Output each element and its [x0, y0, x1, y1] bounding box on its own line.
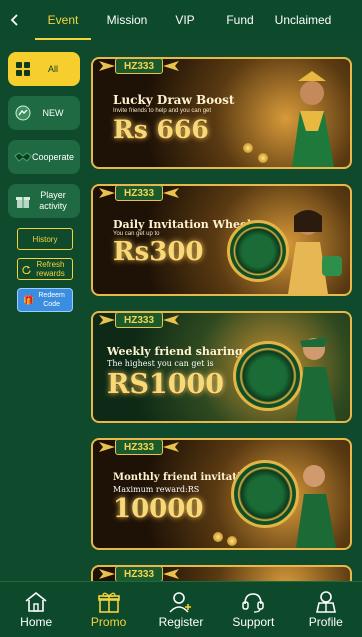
top-tab-bar: Event Mission VIP Fund Unclaimed: [0, 0, 362, 40]
banner-amount: RS1000: [107, 369, 225, 400]
coin-icon: [213, 532, 223, 542]
wing-right-icon: [163, 315, 179, 325]
banner-subtitle: Invite friends to help and you can get: [113, 108, 212, 114]
grid-icon: [14, 60, 32, 78]
brand-logo: HZ333: [115, 59, 163, 74]
wing-left-icon: [99, 442, 115, 452]
sidebar: All NEW Cooperate Player activity Histor…: [8, 52, 82, 312]
redeem-code-button[interactable]: 🎁 Redeem Code: [17, 288, 73, 312]
coin-icon: [227, 536, 237, 546]
tab-vip[interactable]: VIP: [158, 0, 212, 40]
wing-right-icon: [163, 61, 179, 71]
chevron-left-icon: [10, 14, 18, 26]
sidebar-item-label: Cooperate: [32, 151, 75, 162]
nav-label: Support: [232, 615, 275, 629]
nav-register[interactable]: Register: [145, 582, 217, 637]
banner-title: Lucky Draw Boost: [113, 93, 235, 107]
nav-label: Profile: [308, 615, 343, 629]
promo-banner-monthly-invitations[interactable]: HZ333 Monthly friend invitations Maximum…: [91, 438, 352, 550]
wing-right-icon: [163, 569, 179, 579]
wing-left-icon: [99, 188, 115, 198]
nav-label: Promo: [90, 615, 127, 629]
character-illustration: [292, 71, 334, 167]
sidebar-item-label: All: [47, 63, 58, 74]
wing-left-icon: [99, 61, 115, 71]
banner-amount: Rs 666: [113, 115, 209, 144]
banner-amount: 10000: [113, 494, 204, 524]
messenger-icon: [14, 104, 32, 122]
sidebar-item-cooperate[interactable]: Cooperate: [8, 140, 80, 174]
refresh-rewards-label: Refresh rewards: [36, 260, 65, 278]
character-illustration: [288, 210, 342, 294]
back-button[interactable]: [0, 0, 30, 40]
history-button[interactable]: History: [17, 228, 73, 250]
brand-logo: HZ333: [115, 313, 163, 328]
brand-logo: HZ333: [115, 186, 163, 201]
nav-promo[interactable]: Promo: [73, 582, 145, 637]
banner-amount: Rs300: [113, 237, 204, 267]
gift-icon: [97, 592, 120, 613]
nav-support[interactable]: Support: [217, 582, 289, 637]
sidebar-item-new[interactable]: NEW: [8, 96, 80, 130]
category-tabs: Event Mission VIP Fund Unclaimed: [30, 0, 338, 40]
handshake-icon: [14, 148, 32, 166]
sidebar-item-all[interactable]: All: [8, 52, 80, 86]
wing-left-icon: [99, 569, 115, 579]
tab-mission[interactable]: Mission: [96, 0, 158, 40]
profile-icon: [315, 591, 336, 613]
character-illustration: [296, 337, 336, 421]
nav-label: Register: [158, 615, 204, 629]
wing-right-icon: [163, 188, 179, 198]
banner-subtitle: The highest you can get is: [107, 359, 214, 368]
character-illustration: [296, 465, 336, 548]
tab-event[interactable]: Event: [30, 0, 96, 40]
sidebar-item-label: Player activity: [39, 190, 67, 211]
wing-right-icon: [163, 442, 179, 452]
brand-logo: HZ333: [115, 567, 163, 582]
brand-logo: HZ333: [115, 440, 163, 455]
sidebar-item-player-activity[interactable]: Player activity: [8, 184, 80, 218]
add-user-icon: [169, 592, 191, 613]
tab-unclaimed[interactable]: Unclaimed: [268, 0, 338, 40]
redeem-code-label: Redeem Code: [38, 292, 65, 308]
sidebar-item-label: NEW: [42, 107, 64, 118]
banner-title: Daily Invitation Wheel: [113, 218, 252, 231]
promo-banner-weekly-sharing[interactable]: HZ333 Weekly friend sharing The highest …: [91, 311, 352, 423]
refresh-rewards-button[interactable]: Refresh rewards: [17, 258, 73, 280]
gift-icon: [14, 192, 32, 210]
refresh-icon: [21, 265, 31, 274]
banner-title: Weekly friend sharing: [107, 345, 243, 358]
nav-label: Home: [20, 615, 53, 629]
nav-profile[interactable]: Profile: [290, 582, 362, 637]
redeem-gift-icon: 🎁: [23, 294, 35, 305]
home-icon: [25, 591, 47, 612]
promo-banner-lucky-draw[interactable]: HZ333 Lucky Draw Boost Invite friends to…: [91, 57, 352, 169]
banner-subtitle: Maximum reward:RS: [113, 485, 200, 494]
headset-icon: [242, 593, 265, 613]
nav-home[interactable]: Home: [0, 582, 72, 637]
promo-banner-daily-wheel[interactable]: HZ333 Daily Invitation Wheel You can get…: [91, 184, 352, 296]
wing-left-icon: [99, 315, 115, 325]
tab-fund[interactable]: Fund: [212, 0, 268, 40]
coin-icon: [258, 153, 268, 163]
bottom-nav: Home Promo Register Support Profile: [0, 581, 362, 637]
coin-icon: [243, 143, 253, 153]
